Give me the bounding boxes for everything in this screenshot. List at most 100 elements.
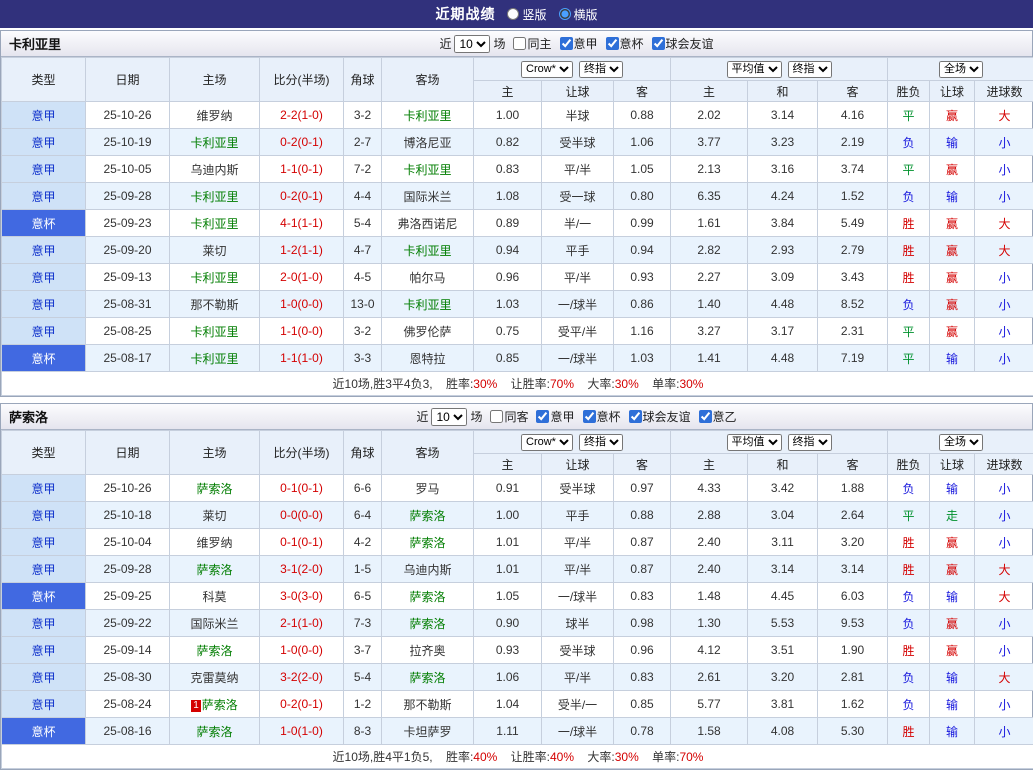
- filter-coppa-italia[interactable]: 意杯: [583, 408, 621, 425]
- away-team-link[interactable]: 博洛尼亚: [382, 129, 474, 156]
- home-team-link[interactable]: 卡利亚里: [170, 129, 260, 156]
- match-score-link[interactable]: 1-1(0-1): [260, 156, 344, 183]
- match-score-link[interactable]: 0-0(0-0): [260, 502, 344, 529]
- home-team-link[interactable]: 国际米兰: [170, 610, 260, 637]
- home-team-link[interactable]: 1萨索洛: [170, 691, 260, 718]
- match-score-link[interactable]: 1-0(0-0): [260, 637, 344, 664]
- filter-serie-a[interactable]: 意甲: [560, 35, 598, 52]
- filter-club-friendly[interactable]: 球会友谊: [652, 35, 714, 52]
- home-team-link[interactable]: 萨索洛: [170, 475, 260, 502]
- home-team-link[interactable]: 克雷莫纳: [170, 664, 260, 691]
- club-friendly-checkbox[interactable]: [629, 410, 642, 423]
- recent-count-select[interactable]: 10: [454, 35, 490, 53]
- away-team-link[interactable]: 萨索洛: [382, 610, 474, 637]
- filter-serie-b[interactable]: 意乙: [699, 408, 737, 425]
- same-home-checkbox[interactable]: [513, 37, 526, 50]
- matches-body: 意甲25-10-26萨索洛0-1(0-1)6-6罗马0.91受半球0.974.3…: [2, 475, 1033, 745]
- home-team-link[interactable]: 乌迪内斯: [170, 156, 260, 183]
- away-team-link[interactable]: 国际米兰: [382, 183, 474, 210]
- home-team-link[interactable]: 萨索洛: [170, 637, 260, 664]
- layout-option-horizontal[interactable]: 横版: [559, 6, 598, 23]
- euro-index-select[interactable]: 终指: [788, 434, 832, 451]
- home-team-link[interactable]: 莱切: [170, 237, 260, 264]
- match-score-link[interactable]: 1-1(1-0): [260, 345, 344, 372]
- handicap-index-select[interactable]: 终指: [579, 61, 623, 78]
- euro-home-odds: 2.88: [671, 502, 748, 529]
- match-score-link[interactable]: 0-2(0-1): [260, 691, 344, 718]
- away-team-link[interactable]: 萨索洛: [382, 529, 474, 556]
- match-score-link[interactable]: 1-1(0-0): [260, 318, 344, 345]
- horizontal-layout-radio[interactable]: [559, 8, 571, 20]
- scope-select[interactable]: 全场: [939, 61, 983, 78]
- match-score-link[interactable]: 0-2(0-1): [260, 129, 344, 156]
- match-score-link[interactable]: 2-0(1-0): [260, 264, 344, 291]
- match-score-link[interactable]: 1-2(1-1): [260, 237, 344, 264]
- match-score-link[interactable]: 3-2(2-0): [260, 664, 344, 691]
- club-friendly-checkbox[interactable]: [652, 37, 665, 50]
- match-score-link[interactable]: 2-2(1-0): [260, 102, 344, 129]
- away-team-link[interactable]: 萨索洛: [382, 502, 474, 529]
- away-team-link[interactable]: 罗马: [382, 475, 474, 502]
- bookmaker-select[interactable]: Crow*: [521, 61, 573, 78]
- match-score-link[interactable]: 1-0(1-0): [260, 718, 344, 745]
- filter-club-friendly[interactable]: 球会友谊: [629, 408, 691, 425]
- away-team-link[interactable]: 那不勒斯: [382, 691, 474, 718]
- ah-line: 平/半: [542, 529, 614, 556]
- away-team-link[interactable]: 帕尔马: [382, 264, 474, 291]
- match-score-link[interactable]: 0-1(0-1): [260, 529, 344, 556]
- home-team-link[interactable]: 卡利亚里: [170, 345, 260, 372]
- away-team-link[interactable]: 恩特拉: [382, 345, 474, 372]
- match-score-link[interactable]: 3-0(3-0): [260, 583, 344, 610]
- serie-a-checkbox[interactable]: [536, 410, 549, 423]
- coppa-italia-checkbox[interactable]: [583, 410, 596, 423]
- home-team-link[interactable]: 卡利亚里: [170, 210, 260, 237]
- filter-same-away[interactable]: 同客: [490, 408, 528, 425]
- home-team-link[interactable]: 萨索洛: [170, 718, 260, 745]
- match-score-link[interactable]: 2-1(1-0): [260, 610, 344, 637]
- home-team-link[interactable]: 科莫: [170, 583, 260, 610]
- home-team-link[interactable]: 维罗纳: [170, 102, 260, 129]
- match-score-link[interactable]: 0-1(0-1): [260, 475, 344, 502]
- home-team-link[interactable]: 卡利亚里: [170, 264, 260, 291]
- euro-source-select[interactable]: 平均值: [727, 61, 782, 78]
- home-team-link[interactable]: 卡利亚里: [170, 183, 260, 210]
- coppa-italia-checkbox[interactable]: [606, 37, 619, 50]
- scope-select[interactable]: 全场: [939, 434, 983, 451]
- same-away-checkbox[interactable]: [490, 410, 503, 423]
- serie-b-checkbox[interactable]: [699, 410, 712, 423]
- layout-option-vertical[interactable]: 竖版: [507, 6, 546, 23]
- home-team-link[interactable]: 萨索洛: [170, 556, 260, 583]
- match-score-link[interactable]: 4-1(1-1): [260, 210, 344, 237]
- away-team-link[interactable]: 萨索洛: [382, 583, 474, 610]
- match-score-link[interactable]: 1-0(0-0): [260, 291, 344, 318]
- handicap-index-select[interactable]: 终指: [579, 434, 623, 451]
- away-team-link[interactable]: 佛罗伦萨: [382, 318, 474, 345]
- away-team-link[interactable]: 拉齐奥: [382, 637, 474, 664]
- home-team-link[interactable]: 莱切: [170, 502, 260, 529]
- away-team-link[interactable]: 乌迪内斯: [382, 556, 474, 583]
- euro-index-select[interactable]: 终指: [788, 61, 832, 78]
- euro-source-select[interactable]: 平均值: [727, 434, 782, 451]
- away-team-link[interactable]: 卡利亚里: [382, 102, 474, 129]
- home-team-link[interactable]: 卡利亚里: [170, 318, 260, 345]
- serie-a-checkbox[interactable]: [560, 37, 573, 50]
- match-score-link[interactable]: 3-1(2-0): [260, 556, 344, 583]
- euro-draw-odds: 3.42: [748, 475, 818, 502]
- away-team-link[interactable]: 卡利亚里: [382, 156, 474, 183]
- filter-coppa-italia[interactable]: 意杯: [606, 35, 644, 52]
- recent-count-select[interactable]: 10: [431, 408, 467, 426]
- home-team-link[interactable]: 那不勒斯: [170, 291, 260, 318]
- away-team-link[interactable]: 卡坦萨罗: [382, 718, 474, 745]
- match-row: 意甲25-10-19卡利亚里0-2(0-1)2-7博洛尼亚0.82受半球1.06…: [2, 129, 1033, 156]
- bookmaker-select[interactable]: Crow*: [521, 434, 573, 451]
- home-team-link[interactable]: 维罗纳: [170, 529, 260, 556]
- league-type-badge: 意甲: [2, 129, 86, 156]
- vertical-layout-radio[interactable]: [507, 8, 519, 20]
- away-team-link[interactable]: 弗洛西诺尼: [382, 210, 474, 237]
- filter-same-home[interactable]: 同主: [513, 35, 551, 52]
- away-team-link[interactable]: 卡利亚里: [382, 291, 474, 318]
- filter-serie-a[interactable]: 意甲: [536, 408, 574, 425]
- match-score-link[interactable]: 0-2(0-1): [260, 183, 344, 210]
- away-team-link[interactable]: 卡利亚里: [382, 237, 474, 264]
- away-team-link[interactable]: 萨索洛: [382, 664, 474, 691]
